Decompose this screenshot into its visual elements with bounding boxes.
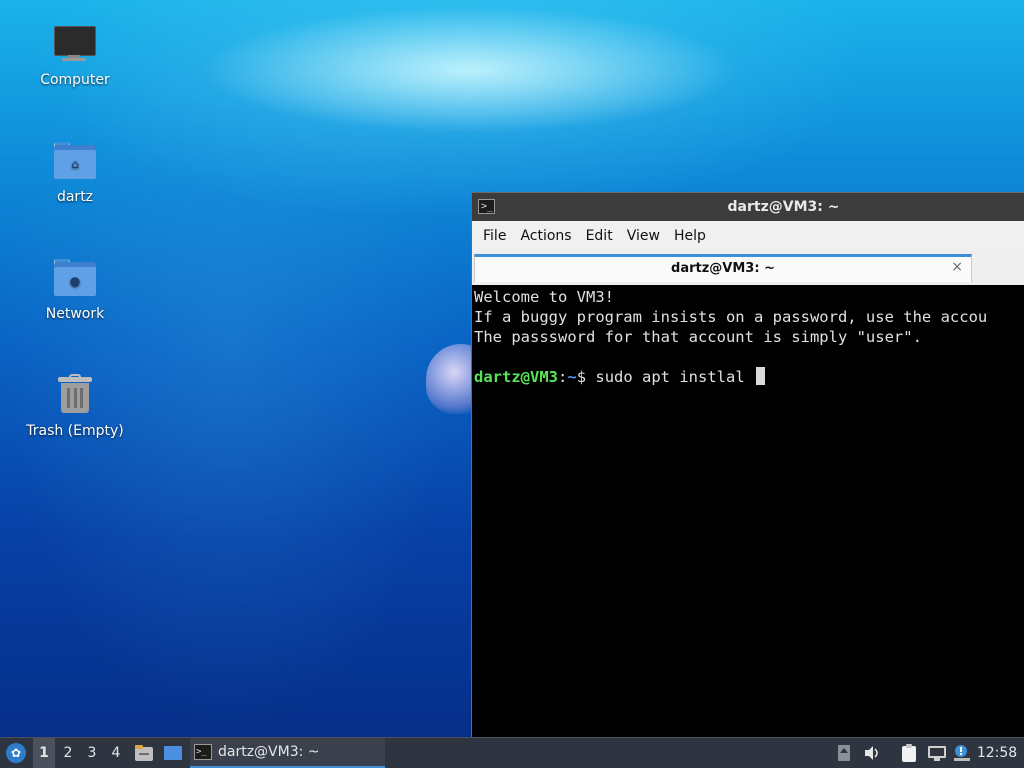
menu-edit[interactable]: Edit — [579, 228, 620, 244]
desktop-icon-label: Trash (Empty) — [26, 423, 124, 439]
terminal-window[interactable]: >_ dartz@VM3: ~ File Actions Edit View H… — [471, 192, 1024, 738]
clock[interactable]: 12:58 — [976, 738, 1018, 768]
desktop-icon-home[interactable]: ⌂ dartz — [20, 139, 130, 205]
cursor-block — [756, 367, 766, 385]
task-label: dartz@VM3: ~ — [218, 744, 320, 760]
workspace-2[interactable]: 2 — [57, 738, 79, 768]
tab-bar: dartz@VM3: ~ × — [472, 251, 1024, 285]
workspace-4[interactable]: 4 — [105, 738, 127, 768]
output-line: Welcome to VM3! — [474, 288, 614, 306]
desktop-icon-label: Network — [45, 306, 105, 322]
taskbar: ✿ 1 2 3 4 >_ dartz@VM3: ~ 12:58 — [0, 737, 1024, 768]
start-menu-button[interactable]: ✿ — [4, 738, 28, 768]
computer-icon — [52, 22, 98, 68]
window-titlebar[interactable]: >_ dartz@VM3: ~ — [472, 193, 1024, 221]
show-desktop-button[interactable] — [162, 738, 184, 768]
close-icon[interactable]: × — [951, 259, 963, 275]
tab-terminal[interactable]: dartz@VM3: ~ × — [474, 254, 972, 282]
file-manager-launcher[interactable] — [133, 738, 155, 768]
taskbar-task-terminal[interactable]: >_ dartz@VM3: ~ — [190, 738, 385, 768]
volume-icon[interactable] — [861, 738, 883, 768]
terminal-icon: >_ — [194, 744, 212, 760]
window-title: dartz@VM3: ~ — [727, 199, 840, 215]
menu-bar: File Actions Edit View Help — [472, 221, 1024, 251]
prompt-path: ~ — [567, 368, 577, 386]
prompt-line: dartz@VM3:~$ sudo apt instlal — [474, 367, 1023, 387]
file-manager-icon — [135, 745, 153, 761]
prompt-symbol: $ — [576, 368, 596, 386]
prompt-user: dartz@VM3 — [474, 368, 558, 386]
terminal-output[interactable]: Welcome to VM3! If a buggy program insist… — [472, 285, 1024, 389]
network-folder-icon: ● — [52, 256, 98, 302]
text-cursor — [745, 368, 754, 386]
desktop-icon-network[interactable]: ● Network — [20, 256, 130, 322]
workspace-1[interactable]: 1 — [33, 738, 55, 768]
menu-actions[interactable]: Actions — [513, 228, 578, 244]
output-line: If a buggy program insists on a password… — [474, 308, 988, 326]
desktop-icon-label: Computer — [40, 72, 110, 88]
up-arrow-icon[interactable] — [833, 738, 855, 768]
home-folder-icon: ⌂ — [52, 139, 98, 185]
command-input[interactable]: sudo apt instlal — [595, 368, 744, 386]
desktop-icon — [164, 746, 182, 760]
menu-view[interactable]: View — [620, 228, 667, 244]
tab-label: dartz@VM3: ~ — [671, 261, 775, 276]
desktop-icon-computer[interactable]: Computer — [20, 22, 130, 88]
prompt-separator: : — [558, 368, 568, 386]
menu-help[interactable]: Help — [667, 228, 713, 244]
trash-icon — [52, 373, 98, 419]
desktop-icon-trash[interactable]: Trash (Empty) — [20, 373, 130, 439]
update-icon[interactable] — [951, 738, 973, 768]
output-line: The passsword for that account is simply… — [474, 328, 922, 346]
desktop-icon-label: dartz — [56, 189, 94, 205]
network-icon[interactable] — [926, 738, 948, 768]
app-menu-icon: ✿ — [6, 743, 26, 763]
workspace-3[interactable]: 3 — [81, 738, 103, 768]
clipboard-icon[interactable] — [898, 738, 920, 768]
menu-file[interactable]: File — [476, 228, 513, 244]
